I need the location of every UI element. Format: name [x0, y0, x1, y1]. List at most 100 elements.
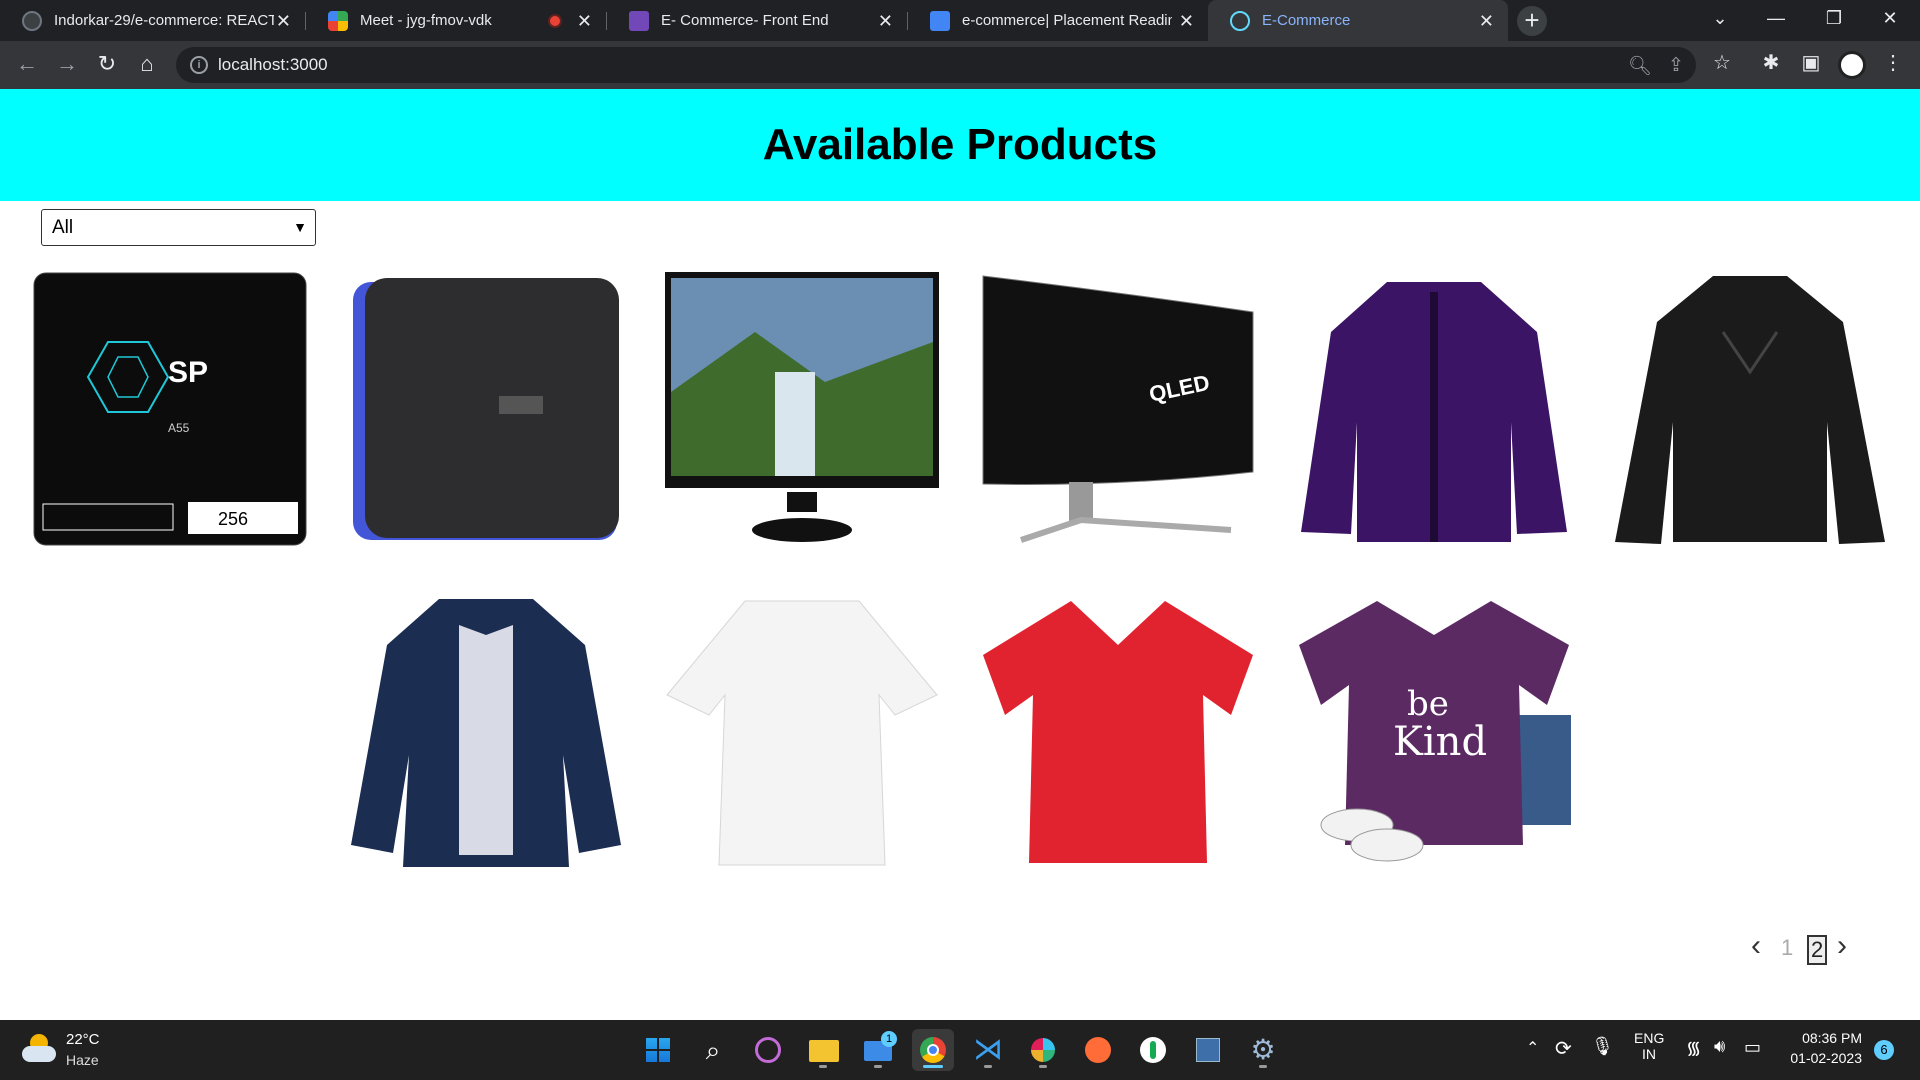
svg-text:256: 256 [218, 509, 248, 529]
language-region: IN [1642, 1046, 1656, 1062]
share-icon[interactable]: ⇪ [1668, 54, 1684, 77]
close-icon[interactable]: ✕ [276, 11, 291, 32]
mongodb-compass-icon[interactable] [1132, 1029, 1174, 1071]
product-card[interactable] [665, 272, 939, 546]
category-filter-select[interactable]: All ▼ [41, 209, 316, 246]
slack-icon[interactable] [1022, 1029, 1064, 1071]
page-title: Available Products [762, 120, 1158, 169]
side-panel-icon[interactable]: ▣ [1797, 49, 1825, 77]
chrome-icon[interactable] [912, 1029, 954, 1071]
battery-icon[interactable]: ▭ [1744, 1037, 1761, 1058]
address-bar[interactable]: i localhost:3000 🔍︎ ⇪ [176, 47, 1696, 83]
product-card[interactable] [349, 272, 623, 546]
weather-temp[interactable]: 22°C [66, 1031, 100, 1048]
tab-github[interactable]: Indorkar-29/e-commerce: REACT ✕ [0, 0, 305, 41]
product-card[interactable]: QLED [981, 272, 1255, 546]
tab-ecommerce[interactable]: E-Commerce ✕ [1208, 0, 1508, 41]
curved-monitor-image: QLED [982, 275, 1254, 543]
page-1-button[interactable]: 1 [1781, 935, 1793, 961]
mysql-workbench-icon[interactable] [1187, 1029, 1229, 1071]
clock[interactable]: 08:36 PM 01-02-2023 [1790, 1030, 1862, 1066]
svg-text:A55: A55 [168, 421, 190, 435]
close-icon[interactable]: ✕ [577, 11, 592, 32]
tab-search-icon[interactable]: ⌄ [1692, 0, 1748, 36]
clock-date: 01-02-2023 [1790, 1050, 1862, 1066]
media-player-icon[interactable] [747, 1029, 789, 1071]
product-card[interactable]: be Kind [1297, 595, 1571, 869]
tab-forms[interactable]: E- Commerce- Front End ✕ [607, 0, 907, 41]
windows-taskbar: 22°C Haze ⌕ 1 ⋊ ⚙ ⌃ ⟳ 🎙︎ ENG IN ᯾ 🔊︎ ▭ 0… [0, 1020, 1920, 1080]
reload-icon[interactable]: ↻ [92, 49, 122, 79]
home-icon[interactable]: ⌂ [132, 49, 162, 79]
react-icon [1230, 10, 1250, 31]
tab-title: E-Commerce [1262, 12, 1351, 29]
product-card[interactable] [349, 595, 623, 869]
product-card[interactable] [1297, 272, 1571, 546]
filter-selected-value: All [52, 217, 74, 238]
product-card[interactable] [981, 595, 1255, 869]
chevron-up-icon[interactable]: ⌃ [1526, 1038, 1539, 1058]
google-meet-icon [328, 10, 348, 31]
svg-text:Kind: Kind [1393, 719, 1487, 765]
vscode-icon[interactable]: ⋊ [967, 1029, 1009, 1071]
tab-title: Indorkar-29/e-commerce: REACT [54, 12, 274, 29]
chevron-down-icon: ▼ [293, 219, 307, 235]
close-icon[interactable]: ✕ [1479, 11, 1494, 32]
google-docs-icon [930, 10, 950, 31]
tab-title: e-commerce| Placement Reading [962, 12, 1172, 29]
hdd-image [353, 278, 619, 540]
back-icon[interactable]: ← [12, 49, 42, 79]
svg-text:SP: SP [168, 356, 208, 389]
file-explorer-icon[interactable] [802, 1029, 844, 1071]
red-tshirt-image [983, 601, 1253, 863]
mail-badge: 1 [881, 1031, 897, 1047]
language-indicator[interactable]: ENG IN [1634, 1030, 1664, 1062]
tab-docs[interactable]: e-commerce| Placement Reading ✕ [908, 0, 1208, 41]
start-button[interactable] [637, 1029, 679, 1071]
navy-jacket-image [351, 599, 621, 867]
bookmark-star-icon[interactable]: ☆ [1708, 49, 1736, 77]
mail-icon[interactable]: 1 [857, 1029, 899, 1071]
weather-icon[interactable] [22, 1034, 56, 1064]
forward-icon[interactable]: → [52, 49, 82, 79]
notification-badge[interactable]: 6 [1874, 1040, 1894, 1060]
weather-condition[interactable]: Haze [66, 1052, 99, 1068]
search-icon[interactable]: ⌕ [692, 1029, 734, 1071]
site-info-icon[interactable]: i [190, 56, 208, 74]
product-card[interactable] [1613, 272, 1887, 546]
volume-icon[interactable]: 🔊︎ [1714, 1036, 1725, 1057]
microphone-icon[interactable]: 🎙︎ [1591, 1036, 1614, 1057]
tab-meet[interactable]: Meet - jyg-fmov-vdk ✕ [306, 0, 606, 41]
tab-title: Meet - jyg-fmov-vdk [360, 12, 492, 29]
page-2-button[interactable]: 2 [1807, 935, 1828, 965]
purple-jacket-image [1301, 282, 1567, 542]
tab-title: E- Commerce- Front End [661, 12, 829, 29]
github-icon [22, 10, 42, 31]
sync-icon[interactable]: ⟳ [1555, 1036, 1572, 1061]
postman-icon[interactable] [1077, 1029, 1119, 1071]
prev-page-button[interactable]: ‹ [1751, 929, 1761, 963]
leather-jacket-image [1615, 276, 1885, 544]
settings-gear-icon[interactable]: ⚙ [1242, 1029, 1284, 1071]
page-content: Available Products All ▼ SP A55 256 QLED… [0, 89, 1920, 1020]
url-text[interactable]: localhost:3000 [218, 55, 328, 75]
restore-button[interactable]: ❐ [1806, 0, 1862, 36]
menu-icon[interactable]: ⋮ [1879, 49, 1907, 77]
purple-tshirt-image: be Kind [1299, 601, 1571, 862]
browser-tab-strip: Indorkar-29/e-commerce: REACT ✕ Meet - j… [0, 0, 1920, 41]
browser-toolbar: ← → ↻ ⌂ i localhost:3000 🔍︎ ⇪ ☆ ✱ ▣ ⋮ [0, 41, 1920, 89]
close-icon[interactable]: ✕ [1179, 11, 1194, 32]
product-card[interactable] [665, 595, 939, 869]
zoom-icon[interactable]: 🔍︎ [1628, 54, 1652, 78]
minimize-button[interactable]: — [1748, 0, 1804, 36]
next-page-button[interactable]: › [1837, 929, 1847, 963]
white-top-image [666, 600, 938, 866]
wifi-icon[interactable]: ᯾ [1686, 1036, 1701, 1060]
close-icon[interactable]: ✕ [878, 11, 893, 32]
language-code: ENG [1634, 1030, 1665, 1046]
extensions-icon[interactable]: ✱ [1757, 49, 1785, 77]
product-card[interactable]: SP A55 256 [33, 272, 307, 546]
close-window-button[interactable]: ✕ [1862, 0, 1918, 36]
new-tab-button[interactable]: + [1517, 6, 1547, 36]
profile-avatar[interactable] [1838, 51, 1866, 79]
